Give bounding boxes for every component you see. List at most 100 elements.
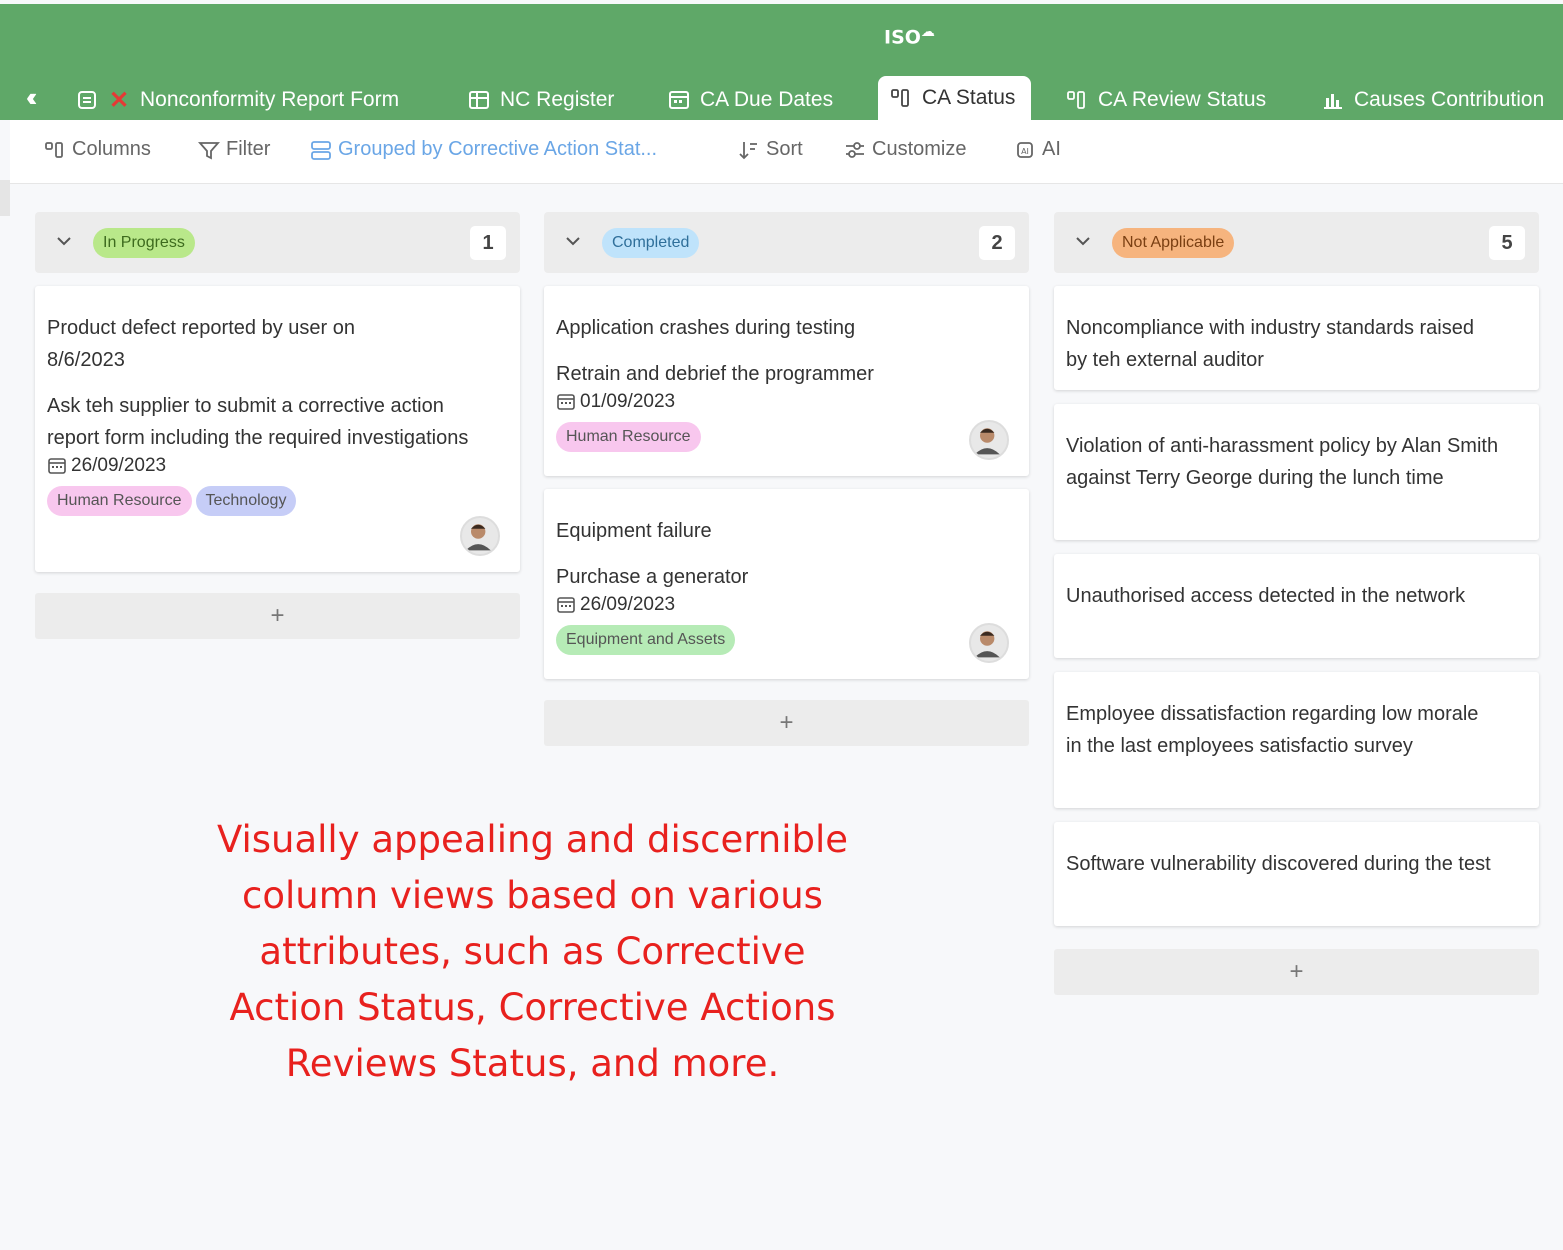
tag-list: Equipment and Assets [556, 625, 1017, 655]
tag: Human Resource [47, 486, 192, 516]
tab-label: CA Review Status [1098, 88, 1267, 111]
card-count: 2 [979, 226, 1015, 260]
column-header: Completed 2 [544, 212, 1029, 273]
kanban-icon [890, 87, 912, 109]
user-avatar-icon [465, 524, 491, 551]
view-toolbar: Columns Filter Grouped by Corrective Act… [10, 120, 1563, 184]
card-title: Noncompliance with industry standards ra… [1066, 317, 1474, 371]
customize-label: Customize [872, 138, 967, 160]
tag: Human Resource [556, 422, 701, 452]
calendar-icon [48, 458, 66, 474]
card[interactable]: Noncompliance with industry standards ra… [1054, 286, 1539, 390]
calendar-icon [668, 89, 690, 111]
calendar-icon [557, 597, 575, 613]
sliders-icon [846, 141, 864, 158]
sort-icon [739, 141, 757, 159]
ai-label: AI [1042, 138, 1061, 160]
ai-button[interactable]: AI AI [1014, 138, 1061, 161]
status-badge: In Progress [93, 228, 195, 258]
columns-label: Columns [72, 138, 151, 160]
tab-label: Causes Contribution [1354, 88, 1545, 111]
filter-label: Filter [226, 138, 271, 160]
view-tab-bar: ‹‹ ✕ Nonconformity Report Form NC Regist… [0, 68, 1563, 120]
tag: Technology [195, 486, 297, 516]
card[interactable]: Application crashes during testing Retra… [544, 286, 1029, 476]
ai-chip-icon: AI [1017, 141, 1033, 158]
sort-label: Sort [766, 138, 803, 160]
tab-label: NC Register [500, 88, 615, 111]
date-text: 26/09/2023 [580, 594, 676, 615]
column-completed: Completed 2 Application crashes during t… [544, 212, 1029, 746]
bar-chart-icon [1322, 89, 1344, 111]
chevron-down-icon[interactable] [562, 230, 584, 252]
card[interactable]: Product defect reported by user on 8/6/2… [35, 286, 520, 572]
card-action: Retrain and debrief the programmer [556, 363, 874, 385]
add-card-button[interactable]: + [35, 593, 520, 639]
card-date: 01/09/2023 [556, 390, 1017, 414]
filter-button[interactable]: Filter [198, 138, 270, 161]
card-title: Employee dissatisfaction regarding low m… [1066, 703, 1479, 757]
tab-label: CA Due Dates [700, 88, 834, 111]
sort-button[interactable]: Sort [738, 138, 803, 161]
tab-nc-register[interactable]: NC Register [468, 80, 614, 120]
tag-list: Human Resource Technology [47, 486, 508, 516]
group-by-label: Grouped by Corrective Action Stat... [338, 138, 658, 160]
card-date: 26/09/2023 [47, 454, 508, 478]
filter-icon [198, 141, 220, 159]
left-sidebar-edge [0, 180, 10, 216]
customize-button[interactable]: Customize [844, 138, 966, 161]
date-text: 26/09/2023 [71, 455, 167, 476]
card[interactable]: Software vulnerability discovered during… [1054, 822, 1539, 926]
card[interactable]: Unauthorised access detected in the netw… [1054, 554, 1539, 658]
card-date: 26/09/2023 [556, 593, 1017, 617]
column-header: Not Applicable 5 [1054, 212, 1539, 273]
status-badge: Completed [602, 228, 700, 258]
date-text: 01/09/2023 [580, 391, 676, 412]
column-in-progress: In Progress 1 Product defect reported by… [35, 212, 520, 639]
columns-button[interactable]: Columns [44, 138, 151, 161]
avatar[interactable] [460, 516, 500, 556]
promo-caption: Visually appealing and discernible colum… [216, 818, 849, 1085]
collapse-sidebar-icon[interactable]: ‹‹ [26, 82, 38, 113]
close-icon[interactable]: ✕ [108, 87, 130, 114]
column-header: In Progress 1 [35, 212, 520, 273]
tag-list: Human Resource [556, 422, 1017, 452]
tab-ca-review-status[interactable]: CA Review Status [1066, 80, 1266, 120]
avatar[interactable] [969, 420, 1009, 460]
svg-text:AI: AI [1021, 147, 1029, 156]
kanban-icon [1066, 89, 1088, 111]
card-action: Purchase a generator [556, 566, 749, 588]
tab-causes-contribution[interactable]: Causes Contribution [1322, 80, 1544, 120]
tab-ca-due-dates[interactable]: CA Due Dates [668, 80, 833, 120]
tab-label: CA Status [922, 86, 1016, 109]
group-icon [311, 140, 331, 160]
card-action: Ask teh supplier to submit a corrective … [47, 395, 469, 449]
chevron-down-icon[interactable] [53, 230, 75, 252]
column-not-applicable: Not Applicable 5 Noncompliance with indu… [1054, 212, 1539, 995]
iso-cloud-logo-icon: ISO☁ [884, 24, 935, 49]
card[interactable]: Equipment failure Purchase a generator 2… [544, 489, 1029, 679]
card[interactable]: Violation of anti-harassment policy by A… [1054, 404, 1539, 540]
tab-label: Nonconformity Report Form [140, 88, 400, 111]
form-icon [76, 89, 98, 111]
card-title: Application crashes during testing [556, 317, 856, 339]
add-card-button[interactable]: + [544, 700, 1029, 746]
card-title: Product defect reported by user on 8/6/2… [47, 317, 355, 371]
tab-nonconformity-report-form[interactable]: ✕ Nonconformity Report Form [76, 80, 399, 120]
grid-icon [468, 89, 490, 111]
user-avatar-icon [974, 631, 1000, 658]
card-count: 1 [470, 226, 506, 260]
card-title: Software vulnerability discovered during… [1066, 853, 1491, 875]
calendar-icon [557, 394, 575, 410]
card[interactable]: Employee dissatisfaction regarding low m… [1054, 672, 1539, 808]
app-header: ISO☁ [0, 4, 1563, 68]
group-by-button[interactable]: Grouped by Corrective Action Stat... [310, 138, 657, 161]
user-avatar-icon [974, 428, 1000, 455]
avatar[interactable] [969, 623, 1009, 663]
add-card-button[interactable]: + [1054, 949, 1539, 995]
card-count: 5 [1489, 226, 1525, 260]
chevron-down-icon[interactable] [1072, 230, 1094, 252]
columns-icon [45, 141, 63, 158]
tab-ca-status[interactable]: CA Status [878, 76, 1032, 120]
card-title: Equipment failure [556, 520, 712, 542]
